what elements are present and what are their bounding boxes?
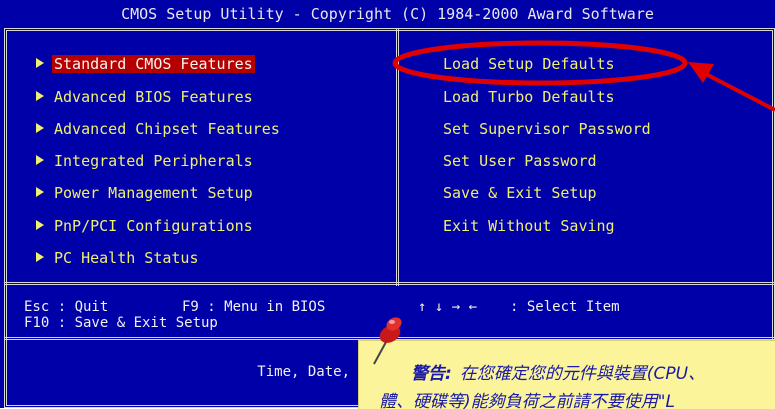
menu-item-pnp-pci[interactable]: PnP/PCI Configurations	[36, 217, 253, 235]
menu-item-set-user-password[interactable]: Set User Password	[443, 152, 597, 170]
triangle-right-icon	[36, 220, 44, 230]
menu-item-save-exit[interactable]: Save & Exit Setup	[443, 184, 597, 202]
menu-item-set-supervisor-password[interactable]: Set Supervisor Password	[443, 120, 651, 138]
menu-item-load-setup-defaults[interactable]: Load Setup Defaults	[443, 55, 615, 73]
menu-item-label: Power Management Setup	[54, 184, 253, 202]
help-divider	[4, 282, 775, 288]
note-title: 警告:	[411, 364, 452, 384]
triangle-right-icon	[36, 252, 44, 262]
pushpin-icon	[373, 317, 402, 365]
menu-item-label: Advanced BIOS Features	[54, 88, 253, 106]
menu-item-load-turbo-defaults[interactable]: Load Turbo Defaults	[443, 88, 615, 106]
menu-item-advanced-bios[interactable]: Advanced BIOS Features	[36, 88, 253, 106]
triangle-right-icon	[36, 58, 44, 68]
note-line-1: 警告: 在您確定您的元件與裝置(CPU、	[411, 359, 705, 384]
window-title: CMOS Setup Utility - Copyright (C) 1984-…	[0, 0, 775, 28]
triangle-right-icon	[36, 187, 44, 197]
menu-item-label: Standard CMOS Features	[52, 55, 255, 73]
menu-item-label: PnP/PCI Configurations	[54, 217, 253, 235]
menu-item-label: Advanced Chipset Features	[54, 120, 280, 138]
note-text-1: 在您確定您的元件與裝置(CPU、	[459, 364, 706, 384]
menu-divider	[396, 28, 402, 286]
menu-item-standard-cmos[interactable]: Standard CMOS Features	[36, 55, 255, 73]
status-text: Time, Date,	[257, 364, 350, 380]
help-f10-save: F10 : Save & Exit Setup	[24, 315, 218, 331]
menu-item-exit-without-saving[interactable]: Exit Without Saving	[443, 217, 615, 235]
menu-item-integrated-peripherals[interactable]: Integrated Peripherals	[36, 152, 253, 170]
menu-item-power-management[interactable]: Power Management Setup	[36, 184, 253, 202]
help-f9-menu: F9 : Menu in BIOS	[182, 299, 326, 315]
menu-item-label: PC Health Status	[54, 249, 199, 267]
help-esc-quit: Esc : Quit	[24, 299, 109, 315]
note-text-2: 體、硬碟等)能夠負荷之前請不要使用"L	[379, 392, 675, 409]
menu-item-pc-health[interactable]: PC Health Status	[36, 249, 199, 267]
menu-item-advanced-chipset[interactable]: Advanced Chipset Features	[36, 120, 280, 138]
menu-item-label: Integrated Peripherals	[54, 152, 253, 170]
help-arrow-keys: ↑ ↓ → ←	[418, 299, 478, 315]
help-select-item: : Select Item	[510, 299, 620, 315]
warning-note: 警告: 在您確定您的元件與裝置(CPU、 體、硬碟等)能夠負荷之前請不要使用"L	[358, 340, 775, 409]
triangle-right-icon	[36, 91, 44, 101]
triangle-right-icon	[36, 155, 44, 165]
triangle-right-icon	[36, 123, 44, 133]
